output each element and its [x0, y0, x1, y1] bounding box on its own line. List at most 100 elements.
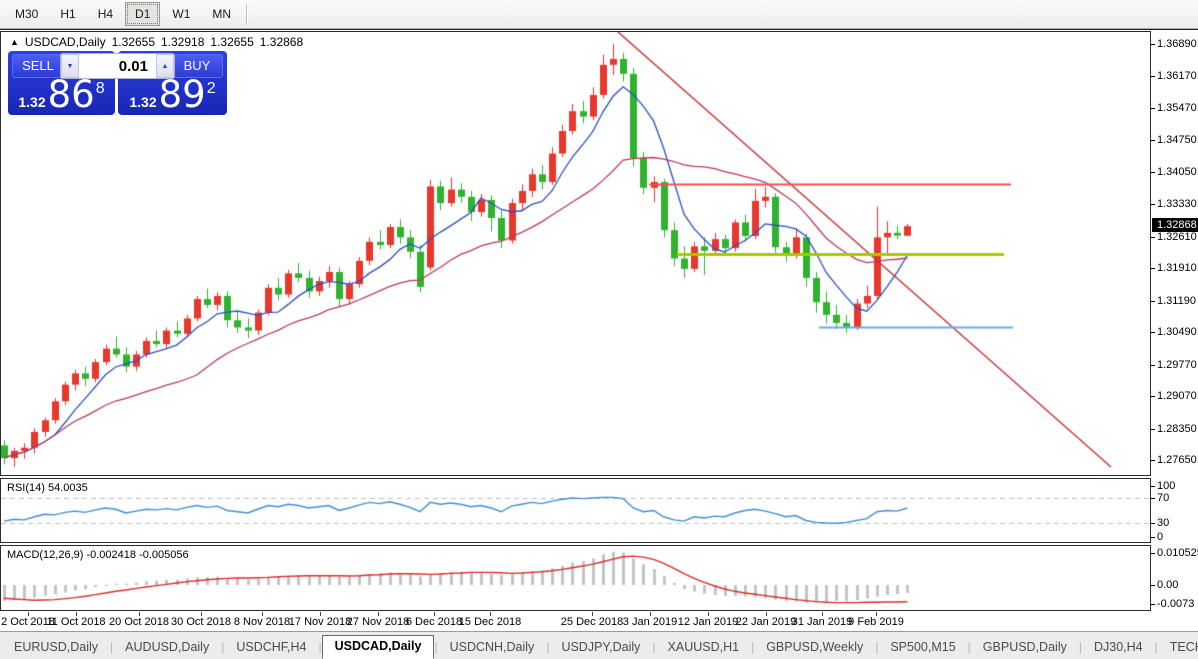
- date-axis-label: 11 Oct 2018: [46, 616, 106, 628]
- chart-tab-bar: EURUSD,Daily | AUDUSD,Daily | USDCHF,H4 | USDC…: [0, 631, 1198, 659]
- rsi-axis-label: 0: [1157, 531, 1164, 543]
- price-axis-label: 1.31910: [1157, 262, 1197, 274]
- macd-label: MACD(12,26,9) -0.002418 -0.005056: [7, 549, 189, 561]
- bid-price-display[interactable]: 1.32 86 8: [8, 73, 115, 116]
- chart-tab-gbpusd[interactable]: GBPUSD,Daily: [971, 637, 1079, 658]
- date-axis-label: 15 Dec 2018: [458, 616, 522, 628]
- rsi-label: RSI(14) 54.0035: [7, 482, 88, 494]
- chart-tab-gbpusd[interactable]: GBPUSD,Weekly: [754, 637, 875, 658]
- chart-tab-audusd[interactable]: AUDUSD,Daily: [113, 637, 221, 658]
- price-axis-label-tick: [1151, 204, 1155, 205]
- date-axis[interactable]: 2 Oct 2018 11 Oct 2018 20 Oct 2018 30 Oct 2…: [0, 612, 1151, 632]
- price-axis-label-tick: [1151, 76, 1155, 77]
- chart-tab-eurusd[interactable]: EURUSD,Daily: [2, 637, 110, 658]
- rsi-axis-label: 100: [1157, 480, 1176, 492]
- rsi-axis-label-tick: [1151, 486, 1155, 487]
- date-axis-label: 22 Jan 2019: [735, 616, 797, 628]
- date-axis-label: 31 Jan 2019: [791, 616, 853, 628]
- price-axis-label-tick: [1151, 172, 1155, 173]
- volume-input[interactable]: [79, 54, 156, 78]
- chart-tab-usdcad[interactable]: USDCAD,Daily: [321, 635, 435, 659]
- price-axis-label: 1.34750: [1157, 134, 1197, 146]
- bar-low-value: 1.32655: [210, 35, 254, 49]
- volume-increase-button[interactable]: ▲: [156, 54, 174, 78]
- price-axis-label-tick: [1151, 237, 1155, 238]
- bar-close-value: 1.32868: [259, 35, 304, 49]
- price-axis-label-tick: [1151, 332, 1155, 333]
- price-axis-label: 1.27650: [1157, 454, 1197, 466]
- macd-axis-label: -0.0073: [1157, 598, 1195, 610]
- rsi-canvas[interactable]: [1, 479, 1150, 542]
- date-axis-label: 9 Feb 2019: [848, 616, 904, 628]
- current-price-tag: 1.32868: [1152, 218, 1198, 232]
- ask-price-display[interactable]: 1.32 89 2: [118, 73, 227, 116]
- chart-tab-usdcnh[interactable]: USDCNH,Daily: [438, 637, 547, 658]
- rsi-axis-label: 30: [1157, 517, 1170, 529]
- date-axis-label: 30 Oct 2018: [171, 616, 231, 628]
- price-axis-label: 1.32610: [1157, 231, 1197, 243]
- ask-price-pipette: 2: [206, 80, 216, 97]
- timeframe-button-w1[interactable]: W1: [162, 2, 200, 26]
- price-axis-label: 1.28350: [1157, 423, 1197, 435]
- timeframe-button-h1[interactable]: H1: [50, 2, 85, 26]
- rsi-axis-label: 70: [1157, 492, 1170, 504]
- bid-price-main: 86: [47, 73, 95, 116]
- rsi-axis-label-tick: [1151, 498, 1155, 499]
- macd-axis-label: 0.010525: [1157, 547, 1198, 559]
- macd-indicator-pane: MACD(12,26,9) -0.002418 -0.005056: [0, 545, 1151, 611]
- ask-price-prefix: 1.32: [129, 94, 157, 110]
- toolbar-separator: [246, 3, 249, 25]
- timeframe-button-h4[interactable]: H4: [88, 2, 123, 26]
- timeframe-toolbar: M30 H1 H4 D1 W1 MN: [0, 0, 1198, 29]
- price-axis-label: 1.36890: [1157, 38, 1197, 50]
- date-axis-label: 25 Dec 2018: [560, 616, 624, 628]
- price-axis-label-tick: [1151, 460, 1155, 461]
- price-axis-label: 1.34050: [1157, 166, 1197, 178]
- price-axis-label-tick: [1151, 108, 1155, 109]
- price-axis-label: 1.29770: [1157, 359, 1197, 371]
- bar-open-value: 1.32655: [111, 35, 155, 49]
- date-axis-label: 6 Dec 2018: [405, 616, 463, 628]
- price-axis-label: 1.33330: [1157, 198, 1197, 210]
- price-axis-label-tick: [1151, 140, 1155, 141]
- chart-symbol-line: ▲ USDCAD,Daily 1.32655 1.32918 1.32655 1…: [10, 35, 303, 49]
- macd-axis-label-tick: [1151, 585, 1155, 586]
- chart-tab-sp500[interactable]: SP500,M15: [878, 637, 967, 658]
- price-axis[interactable]: 1.32868 1.36890 1.36170 1.35470 1.34750 1.34…: [1151, 30, 1198, 612]
- one-click-collapse-icon[interactable]: ▲: [10, 37, 19, 47]
- price-axis-label-tick: [1151, 44, 1155, 45]
- price-axis-label-tick: [1151, 268, 1155, 269]
- ask-price-main: 89: [158, 73, 206, 116]
- macd-axis-label-tick: [1151, 553, 1155, 554]
- rsi-indicator-pane: RSI(14) 54.0035: [0, 478, 1151, 543]
- chart-tab-usdjpy[interactable]: USDJPY,Daily: [549, 637, 652, 658]
- price-axis-label-tick: [1151, 396, 1155, 397]
- timeframe-button-m30[interactable]: M30: [5, 2, 48, 26]
- price-axis-label: 1.31190: [1157, 295, 1196, 307]
- chart-tab-usdchf[interactable]: USDCHF,H4: [224, 637, 318, 658]
- timeframe-group: M30 H1 H4 D1 W1 MN: [4, 2, 242, 26]
- chart-tab-xauusd[interactable]: XAUUSD,H1: [656, 637, 752, 658]
- macd-axis-label-tick: [1151, 604, 1155, 605]
- macd-axis-label: 0.00: [1157, 579, 1179, 591]
- date-axis-label: 27 Nov 2018: [346, 616, 410, 628]
- chart-tab-dj30[interactable]: DJ30,H4: [1082, 637, 1155, 658]
- one-click-trading-panel: SELL 1.32 86 8 BUY 1.32 89 2 ▼ ▲: [8, 51, 227, 115]
- timeframe-button-d1[interactable]: D1: [125, 2, 161, 26]
- rsi-axis-label-tick: [1151, 537, 1155, 538]
- bar-high-value: 1.32918: [161, 35, 205, 49]
- volume-stepper: ▼ ▲: [60, 53, 175, 79]
- timeframe-button-mn[interactable]: MN: [202, 2, 241, 26]
- date-axis-label: 20 Oct 2018: [109, 616, 169, 628]
- price-axis-label-tick: [1151, 301, 1155, 302]
- price-axis-label-tick: [1151, 429, 1155, 430]
- volume-decrease-button[interactable]: ▼: [61, 54, 79, 78]
- date-axis-label: 8 Nov 2018: [233, 616, 291, 628]
- price-axis-label: 1.35470: [1157, 102, 1197, 114]
- chart-tab-tech100[interactable]: TECH100,H1: [1158, 637, 1198, 658]
- price-axis-label: 1.29070: [1157, 390, 1197, 402]
- rsi-axis-label-tick: [1151, 523, 1155, 524]
- date-axis-label: 17 Nov 2018: [288, 616, 352, 628]
- bid-price-pipette: 8: [95, 80, 105, 97]
- chart-symbol-label: USDCAD,Daily: [24, 35, 106, 49]
